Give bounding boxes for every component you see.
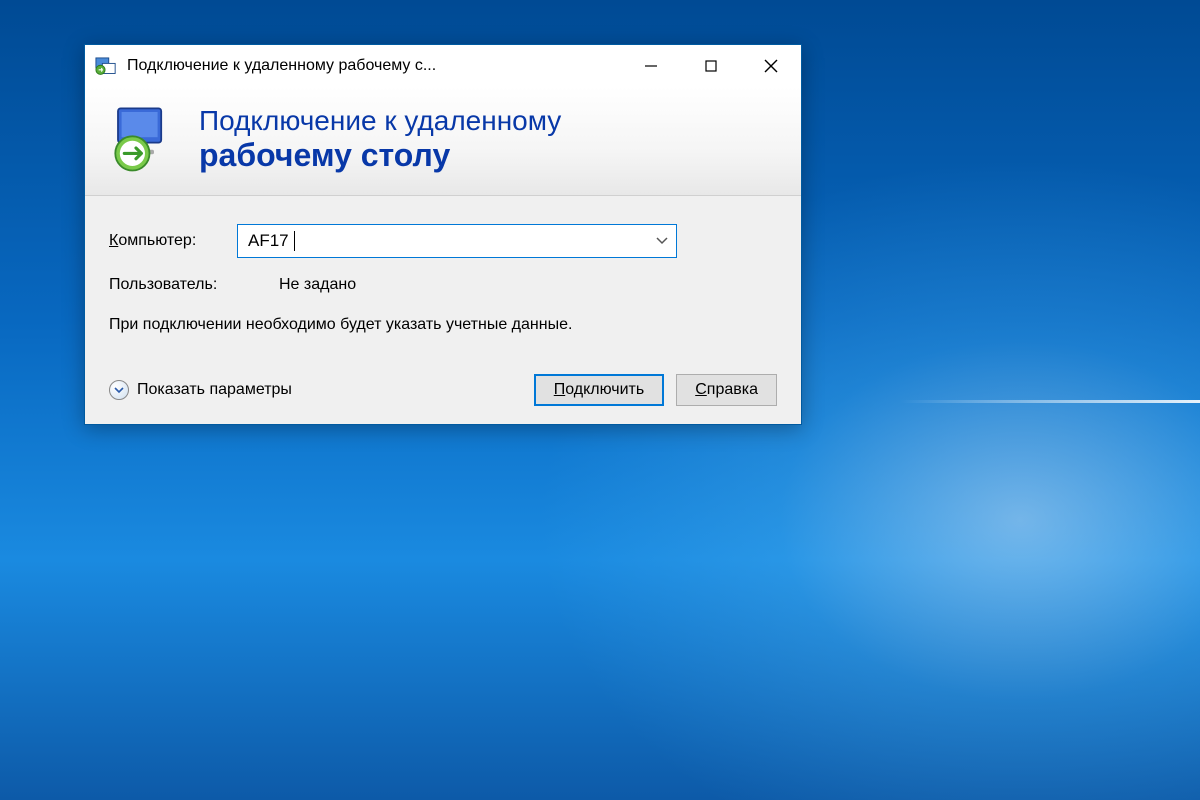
banner: Подключение к удаленному рабочему столу xyxy=(85,87,801,196)
minimize-button[interactable] xyxy=(621,45,681,87)
chevron-down-icon[interactable] xyxy=(648,237,676,245)
dialog-body: Компьютер: Пользователь: Не задано При п… xyxy=(85,196,801,424)
computer-input[interactable] xyxy=(238,225,648,257)
banner-title-line1: Подключение к удаленному xyxy=(199,105,561,137)
help-button[interactable]: Справка xyxy=(676,374,777,406)
window-controls xyxy=(621,45,801,87)
maximize-button[interactable] xyxy=(681,45,741,87)
show-options-toggle[interactable]: Показать параметры xyxy=(109,380,292,400)
banner-text: Подключение к удаленному рабочему столу xyxy=(199,105,561,174)
light-beam xyxy=(900,400,1200,403)
user-value: Не задано xyxy=(279,276,356,294)
window-title: Подключение к удаленному рабочему с... xyxy=(127,57,621,75)
rdp-icon xyxy=(109,103,181,175)
computer-label: Компьютер: xyxy=(109,232,237,250)
expand-down-icon xyxy=(109,380,129,400)
rdp-window: Подключение к удаленному рабочему с... xyxy=(84,44,802,425)
connect-button[interactable]: Подключить xyxy=(534,374,664,406)
close-button[interactable] xyxy=(741,45,801,87)
titlebar[interactable]: Подключение к удаленному рабочему с... xyxy=(85,45,801,87)
show-options-label: Показать параметры xyxy=(137,381,292,399)
computer-combobox[interactable] xyxy=(237,224,677,258)
dialog-footer: Показать параметры Подключить Справка xyxy=(109,366,777,406)
user-row: Пользователь: Не задано xyxy=(109,276,777,294)
user-label: Пользователь: xyxy=(109,276,279,294)
banner-title-line2: рабочему столу xyxy=(199,137,561,174)
computer-row: Компьютер: xyxy=(109,224,777,258)
credentials-info: При подключении необходимо будет указать… xyxy=(109,314,777,336)
app-icon xyxy=(95,57,117,75)
text-caret xyxy=(294,231,295,251)
